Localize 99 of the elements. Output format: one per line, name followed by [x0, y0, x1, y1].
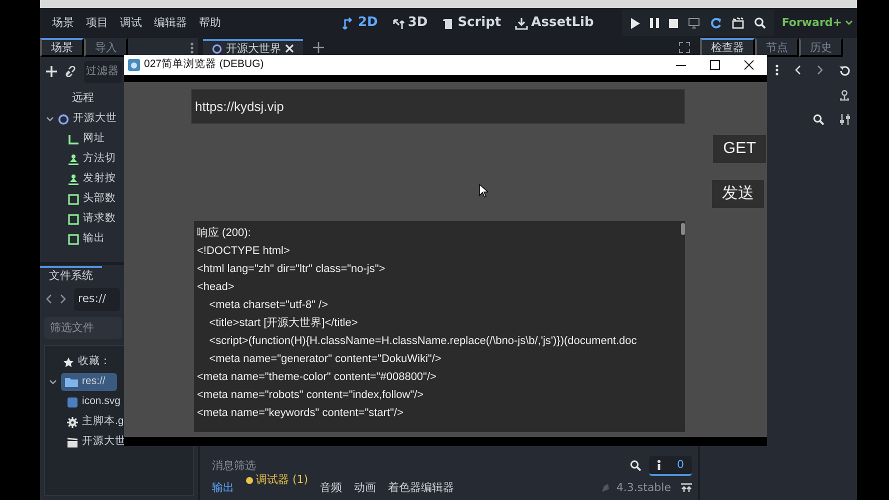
person-icon: [68, 174, 79, 185]
window-title: 027简单浏览器 (DEBUG): [144, 57, 264, 72]
arrows-3d-icon: [392, 16, 405, 30]
menu-item[interactable]: 编辑器: [148, 12, 193, 34]
code-line: 响应 (200):: [197, 226, 252, 241]
dock-tab[interactable]: 文件系统: [40, 266, 102, 283]
reload-icon[interactable]: [710, 17, 722, 29]
info-filter-toggle[interactable]: 0: [649, 456, 692, 476]
forward-icon[interactable]: [817, 65, 823, 75]
info-icon: [657, 460, 661, 470]
panel-tab[interactable]: 着色器编辑器: [382, 480, 460, 496]
version-label: 4.3.stable: [616, 480, 671, 496]
chevron-down-icon: [845, 20, 853, 26]
kebab-menu-icon[interactable]: [775, 64, 779, 76]
send-button[interactable]: GET: [713, 135, 766, 163]
close-icon[interactable]: [744, 60, 754, 70]
panel-tab[interactable]: 动画: [348, 480, 382, 496]
download-icon: [515, 16, 528, 30]
maximize-icon[interactable]: [710, 60, 720, 70]
code-line: <meta charset="utf-8" />: [208, 298, 330, 313]
tree-item[interactable]: 网址: [83, 131, 105, 148]
status-dot-icon: [246, 476, 253, 484]
person-icon: [68, 154, 79, 165]
stop-icon[interactable]: [668, 18, 678, 28]
scrollbar-thumb[interactable]: [681, 223, 685, 235]
line-icon: [68, 134, 79, 145]
clapper-icon[interactable]: [732, 17, 744, 29]
gear-icon: [67, 416, 78, 428]
path-field[interactable]: res://: [74, 288, 120, 310]
play-icon[interactable]: [630, 18, 640, 28]
file-item[interactable]: 主脚本.g: [82, 414, 124, 430]
code-line: <script>(function(H){H.className=H.className.replace(/\bno-js\b/,'js')})(document.doc: [208, 334, 638, 349]
back-icon[interactable]: [46, 294, 52, 304]
url-field[interactable]: https://kydsj.vip: [191, 89, 685, 124]
search-icon[interactable]: [630, 460, 641, 472]
filter-sliders-icon[interactable]: [840, 114, 850, 124]
tree-item[interactable]: 发射按: [83, 171, 116, 188]
plus-icon[interactable]: [313, 42, 324, 53]
chevron-down-icon[interactable]: [49, 378, 57, 386]
send-button[interactable]: 发送: [712, 180, 764, 208]
app-icon: [128, 59, 140, 71]
menu-item[interactable]: 场景: [46, 12, 80, 34]
dock-tab[interactable]: 场景: [40, 38, 84, 57]
renderer-dropdown[interactable]: Forward+: [774, 14, 857, 32]
workspace-tab[interactable]: AssetLib: [508, 11, 601, 35]
magnifier-icon[interactable]: [754, 17, 766, 29]
expand-panel-icon[interactable]: [681, 483, 692, 493]
mouse-cursor-icon: [479, 184, 488, 198]
menu-item[interactable]: 项目: [80, 12, 114, 34]
file-item[interactable]: 开源大世: [82, 434, 126, 450]
remote-tab[interactable]: 远程: [66, 88, 100, 106]
arrows-2d-icon: [342, 16, 355, 30]
code-line: <meta name="robots" content="index,follow"/>: [197, 388, 425, 403]
filter-field[interactable]: 筛选文件: [44, 316, 122, 339]
code-line: <html lang="zh" dir="ltr" class="no-js">: [197, 262, 386, 277]
workspace-tab[interactable]: 2D: [335, 11, 385, 35]
code-line: <meta name="keywords" content="start"/>: [197, 406, 404, 421]
code-line: <meta name="theme-color" content="#008800"/>: [197, 370, 438, 385]
kebab-menu-icon[interactable]: [190, 42, 194, 54]
star-icon: [63, 356, 74, 368]
pause-icon[interactable]: [650, 18, 659, 28]
workspace-tab[interactable]: Script: [434, 11, 508, 35]
scene-tab[interactable]: 开源大世界: [203, 39, 303, 56]
square-icon: [68, 234, 79, 245]
filter-field[interactable]: 过滤器: [84, 61, 122, 83]
fullscreen-icon[interactable]: [679, 42, 690, 53]
workspace-tab[interactable]: 3D: [384, 11, 435, 35]
panel-tab[interactable]: 音频: [314, 480, 348, 496]
menu-item[interactable]: 帮助: [193, 12, 227, 34]
code-line: <head>: [197, 280, 236, 295]
file-item[interactable]: icon.svg: [82, 394, 121, 410]
folder-icon: [65, 377, 78, 387]
square-icon: [68, 194, 79, 205]
dock-tab[interactable]: 历史: [799, 38, 843, 57]
favorites-label: 收藏：: [78, 354, 111, 370]
tree-item[interactable]: 请求数: [83, 211, 116, 228]
tree-item[interactable]: 开源大世: [73, 111, 117, 128]
tree-item[interactable]: 头部数: [83, 191, 116, 208]
code-line: <!DOCTYPE html>: [197, 244, 291, 259]
monitor-icon[interactable]: [688, 18, 700, 28]
clapper-icon: [67, 436, 78, 448]
code-line: <title>start [开源大世界]</title>: [208, 316, 359, 331]
tree-item[interactable]: 方法切: [83, 151, 116, 168]
code-line: <meta name="generator" content="DokuWiki"/>: [208, 352, 442, 367]
search-icon[interactable]: [813, 114, 824, 124]
image-icon: [67, 396, 78, 408]
circle-icon: [58, 114, 69, 125]
menu-item[interactable]: 调试: [114, 12, 148, 34]
tree-item[interactable]: 输出: [83, 231, 105, 248]
circle-icon: [212, 44, 222, 54]
link-icon[interactable]: [65, 66, 76, 78]
history-icon[interactable]: [839, 64, 850, 76]
folder-item[interactable]: res://: [61, 373, 117, 391]
square-icon: [68, 214, 79, 225]
scroll-icon: [442, 16, 455, 30]
panel-tab[interactable]: 输出: [206, 480, 240, 496]
forward-icon[interactable]: [60, 294, 66, 304]
node-tree-icon[interactable]: [839, 90, 850, 100]
chevron-down-icon[interactable]: [46, 115, 54, 124]
